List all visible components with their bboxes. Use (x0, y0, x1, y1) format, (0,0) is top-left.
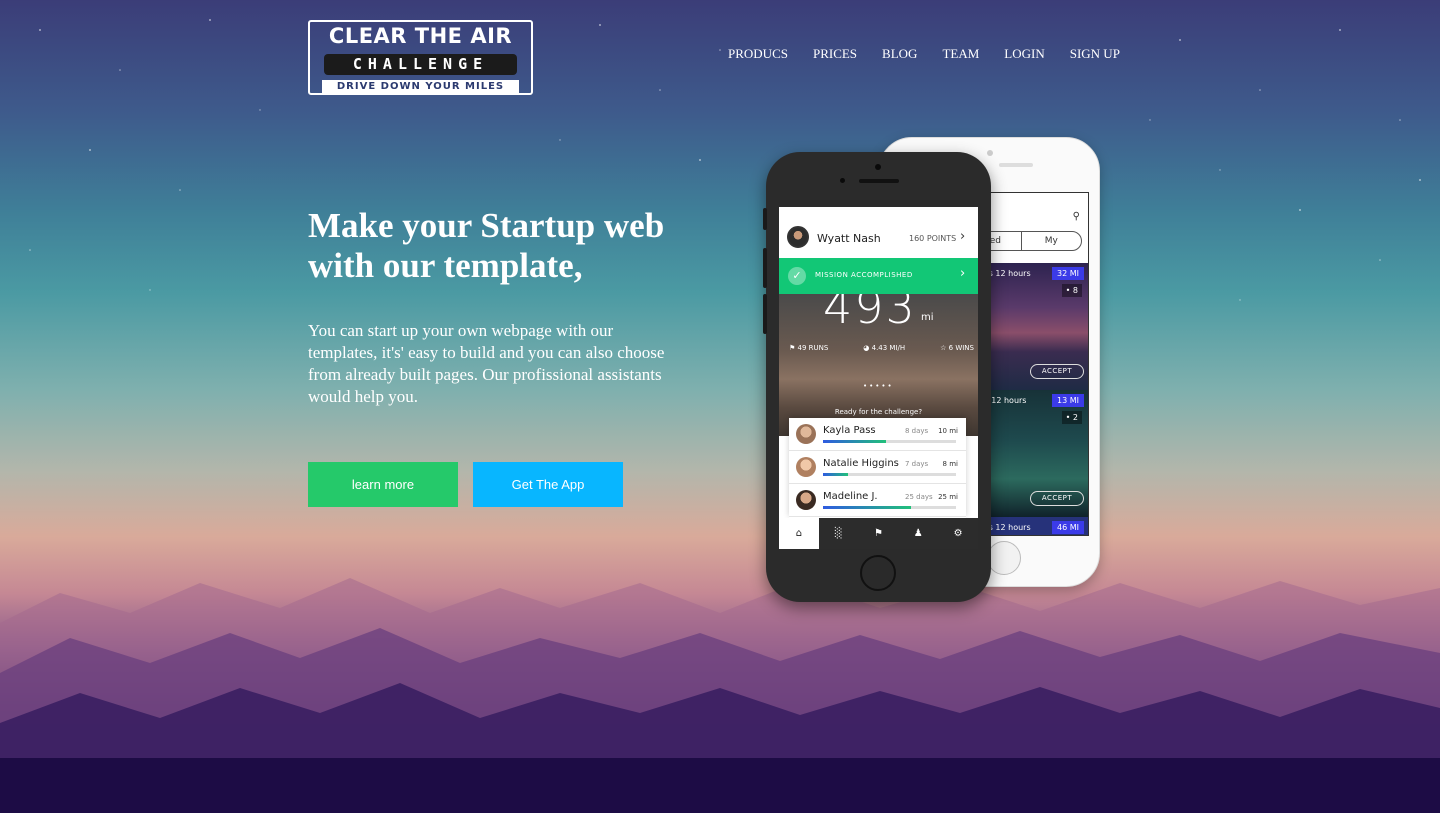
hero-description: You can start up your own webpage with o… (308, 321, 665, 406)
logo-subtitle: CHALLENGE (324, 54, 517, 75)
nav-prices[interactable]: PRICES (813, 46, 857, 62)
progress-track (823, 473, 956, 476)
leader-days: 8 days (905, 427, 929, 435)
speaker-grille (859, 179, 899, 183)
page-dots: ••••• (863, 382, 894, 390)
leader-miles: 10 mi (938, 427, 958, 435)
leader-miles: 8 mi (942, 460, 958, 468)
progress-fill (823, 440, 886, 443)
tab-my: My (1020, 232, 1082, 250)
main-nav: PRODUCS PRICES BLOG TEAM LOGIN SIGN UP (728, 46, 1145, 62)
stats-row: ⚑ 49 RUNS ◕ 4.43 MI/H ☆ 6 WINS (789, 344, 974, 352)
check-icon: ✓ (788, 267, 806, 285)
card-miles-badge: 32 MI (1052, 267, 1084, 280)
side-button (763, 248, 767, 288)
home-icon: ⌂ (779, 518, 819, 549)
chevron-right-icon: › (960, 266, 966, 281)
wins-stat: ☆ 6 WINS (940, 344, 974, 352)
nav-login[interactable]: LOGIN (1004, 46, 1044, 62)
mountain-background (0, 578, 1440, 813)
leader-row: Kayla Pass 8 days 10 mi (789, 418, 966, 451)
card-participants: • 2 (1061, 411, 1082, 424)
leader-days: 7 days (905, 460, 929, 468)
logo-tagline: DRIVE DOWN YOUR MILES (322, 80, 519, 94)
profile-header: Wyatt Nash 160 POINTS › (779, 207, 978, 249)
home-button (860, 555, 896, 591)
camera-icon (875, 164, 881, 170)
progress-fill (823, 473, 849, 476)
camera-icon (987, 150, 993, 156)
mission-banner: ✓ MISSION ACCOMPLISHED › (779, 258, 978, 294)
phone-tab-bar: ⌂ ░ ⚑ ♟ ⚙ (779, 518, 978, 549)
speedometer-icon: ◕ (863, 344, 870, 352)
phone-mockup-front: Wyatt Nash 160 POINTS › 493 mi ⚑ 49 RUNS… (763, 152, 991, 602)
search-icon: ⚲ (1072, 211, 1080, 222)
signal-icon: ░ (834, 528, 843, 539)
progress-track (823, 440, 956, 443)
leader-days: 25 days (905, 493, 933, 501)
leader-row: Madeline J. 25 days 25 mi (789, 484, 966, 517)
avatar (796, 457, 816, 477)
leader-name: Madeline J. (823, 491, 878, 502)
runs-value: 49 RUNS (797, 344, 829, 352)
card-miles-badge: 46 MI (1052, 521, 1084, 534)
learn-more-button[interactable]: learn more (308, 462, 458, 507)
accept-button: ACCEPT (1030, 491, 1084, 506)
home-button (987, 541, 1021, 575)
progress-track (823, 506, 956, 509)
leader-name: Kayla Pass (823, 425, 876, 436)
gear-icon: ⚙ (953, 528, 963, 539)
nav-team[interactable]: TEAM (942, 46, 979, 62)
logo[interactable]: CLEAR THE AIR CHALLENGE DRIVE DOWN YOUR … (308, 20, 533, 95)
hero-title: Make your Startup web with our template, (308, 206, 665, 285)
ready-text: Ready for the challenge? (834, 408, 923, 416)
runs-stat: ⚑ 49 RUNS (789, 344, 828, 352)
leaderboard: Kayla Pass 8 days 10 mi Natalie Higgins … (789, 418, 966, 518)
nav-signup[interactable]: SIGN UP (1070, 46, 1120, 62)
logo-title: CLEAR THE AIR (328, 24, 513, 48)
leader-miles: 25 mi (938, 493, 958, 501)
side-button (763, 294, 767, 334)
speaker-grille (999, 163, 1033, 167)
nav-blog[interactable]: BLOG (882, 46, 917, 62)
participant-count: 2 (1072, 413, 1078, 422)
phone-front-screen: Wyatt Nash 160 POINTS › 493 mi ⚑ 49 RUNS… (779, 207, 978, 549)
wins-value: 6 WINS (948, 344, 974, 352)
card-miles-badge: 13 MI (1052, 394, 1084, 407)
flag-icon: ⚑ (874, 528, 883, 539)
side-button (763, 208, 767, 230)
accept-button: ACCEPT (1030, 364, 1084, 379)
nav-products[interactable]: PRODUCS (728, 46, 788, 62)
speed-value: 4.43 MI/H (871, 344, 906, 352)
avatar (796, 424, 816, 444)
mission-text: MISSION ACCOMPLISHED (815, 271, 913, 279)
stats-hero: 493 mi ⚑ 49 RUNS ◕ 4.43 MI/H ☆ 6 WINS ••… (779, 280, 978, 436)
chevron-right-icon: › (960, 229, 966, 244)
participant-count: 8 (1072, 286, 1078, 295)
leader-name: Natalie Higgins (823, 458, 899, 469)
person-icon: ♟ (913, 528, 923, 539)
miles-unit: mi (921, 312, 934, 323)
speed-stat: ◕ 4.43 MI/H (863, 344, 905, 352)
leader-row: Natalie Higgins 7 days 8 mi (789, 451, 966, 484)
trophy-icon: ☆ (940, 344, 947, 352)
avatar (796, 490, 816, 510)
user-points: 160 POINTS (909, 234, 957, 243)
progress-fill (823, 506, 911, 509)
user-name: Wyatt Nash (817, 232, 881, 245)
flag-icon: ⚑ (789, 344, 796, 352)
get-app-button[interactable]: Get The App (473, 462, 623, 507)
avatar (787, 226, 809, 248)
sensor-dot (840, 178, 845, 183)
card-participants: • 8 (1061, 284, 1082, 297)
